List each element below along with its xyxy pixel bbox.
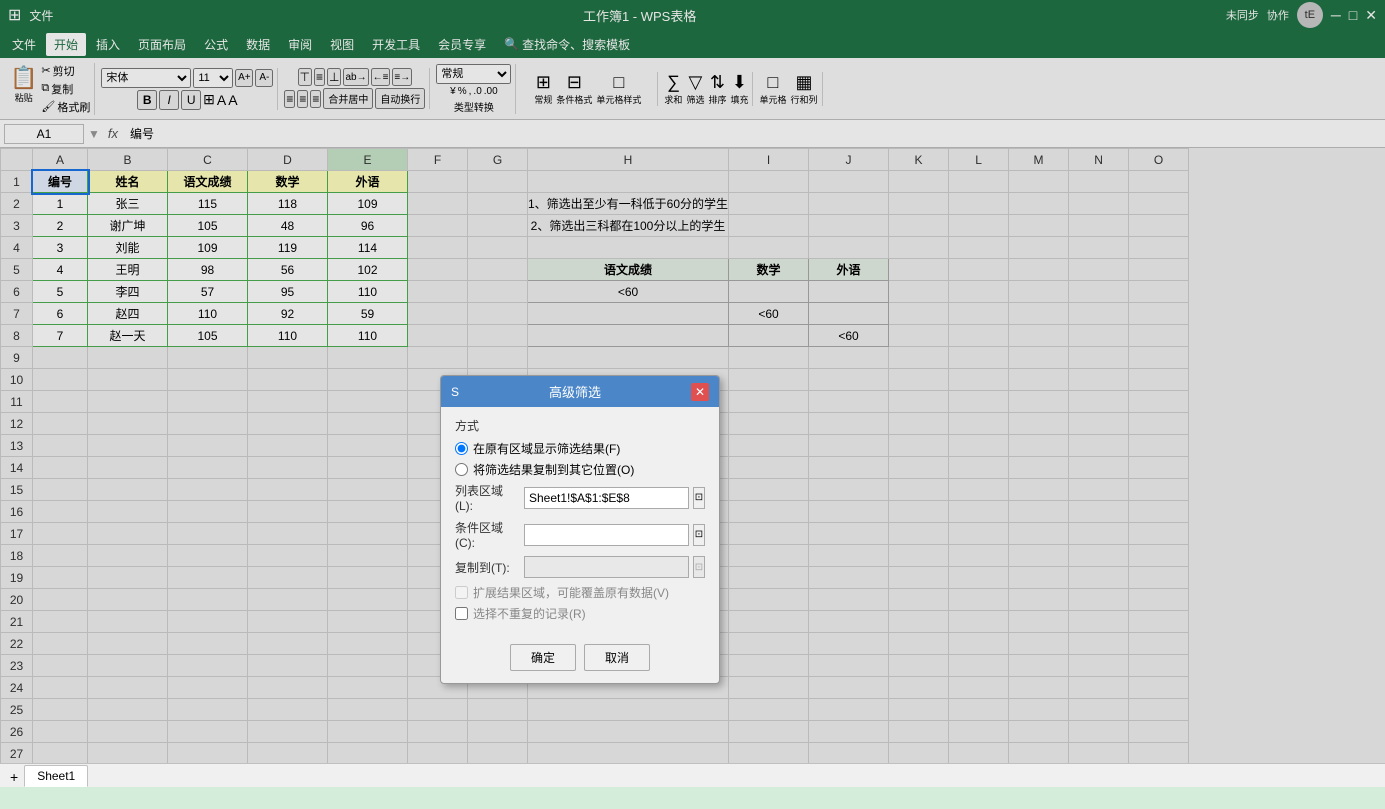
sheet-tabs: + Sheet1 xyxy=(0,763,1385,787)
radio-copy-to-label: 将筛选结果复制到其它位置(O) xyxy=(473,461,634,478)
dialog-close-btn[interactable]: ✕ xyxy=(691,383,709,401)
copy-to-picker-btn[interactable]: ⊡ xyxy=(693,556,705,578)
dialog-title-label: 高级筛选 xyxy=(549,382,601,401)
unique-records-checkbox[interactable] xyxy=(455,607,468,620)
method-label: 方式 xyxy=(455,417,705,434)
cond-range-input[interactable] xyxy=(524,524,689,546)
list-range-picker-btn[interactable]: ⊡ xyxy=(693,487,705,509)
copy-to-input[interactable] xyxy=(524,556,689,578)
advanced-filter-dialog: S 高级筛选 ✕ 方式 在原有区域显示筛选结果(F) 将筛选结果复制到其它位置(… xyxy=(440,375,720,684)
copy-to-row: 复制到(T): ⊡ xyxy=(455,556,705,578)
cancel-button[interactable]: 取消 xyxy=(584,644,650,671)
cond-range-label: 条件区域(C): xyxy=(455,519,520,550)
expand-result-check[interactable]: 扩展结果区域，可能覆盖原有数据(V) xyxy=(455,584,705,601)
radio-copy-to-input[interactable] xyxy=(455,463,468,476)
unique-records-label: 选择不重复的记录(R) xyxy=(473,605,586,622)
unique-records-check[interactable]: 选择不重复的记录(R) xyxy=(455,605,705,622)
copy-picker-icon: ⊡ xyxy=(695,562,703,573)
range-picker-icon: ⊡ xyxy=(695,492,703,503)
sheet-tab-1[interactable]: Sheet1 xyxy=(24,765,88,787)
dialog-title-bar: S 高级筛选 ✕ xyxy=(441,376,719,407)
list-range-row: 列表区域(L): ⊡ xyxy=(455,482,705,513)
radio-group: 在原有区域显示筛选结果(F) 将筛选结果复制到其它位置(O) xyxy=(455,440,705,478)
expand-result-label: 扩展结果区域，可能覆盖原有数据(V) xyxy=(473,584,669,601)
dialog-footer: 确定 取消 xyxy=(441,636,719,683)
radio-in-place-label: 在原有区域显示筛选结果(F) xyxy=(473,440,620,457)
dialog-icon: S xyxy=(451,385,459,399)
cond-range-row: 条件区域(C): ⊡ xyxy=(455,519,705,550)
radio-in-place-input[interactable] xyxy=(455,442,468,455)
copy-to-label: 复制到(T): xyxy=(455,559,520,576)
expand-result-checkbox[interactable] xyxy=(455,586,468,599)
dialog-body: 方式 在原有区域显示筛选结果(F) 将筛选结果复制到其它位置(O) 列表区域(L… xyxy=(441,407,719,636)
radio-in-place[interactable]: 在原有区域显示筛选结果(F) xyxy=(455,440,705,457)
status-bar xyxy=(0,787,1385,809)
list-range-input[interactable] xyxy=(524,487,689,509)
radio-copy-to[interactable]: 将筛选结果复制到其它位置(O) xyxy=(455,461,705,478)
list-range-label: 列表区域(L): xyxy=(455,482,520,513)
ok-button[interactable]: 确定 xyxy=(510,644,576,671)
cond-picker-icon: ⊡ xyxy=(695,529,703,540)
cond-range-picker-btn[interactable]: ⊡ xyxy=(693,524,705,546)
add-sheet-btn[interactable]: + xyxy=(4,767,24,787)
dialog-overlay: S 高级筛选 ✕ 方式 在原有区域显示筛选结果(F) 将筛选结果复制到其它位置(… xyxy=(0,0,1385,763)
